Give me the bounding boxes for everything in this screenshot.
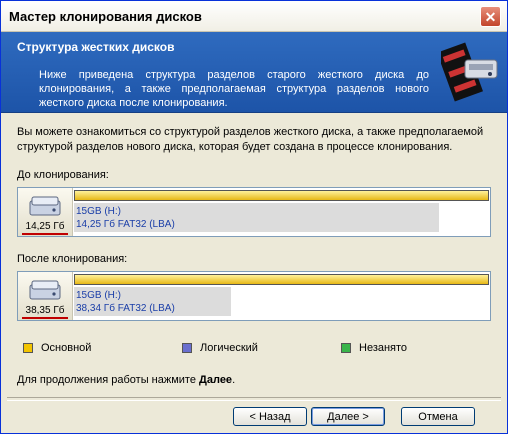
continue-instruction: Для продолжения работы нажмите Далее.	[17, 374, 235, 386]
legend-free-swatch	[341, 343, 351, 353]
page-description: Ниже приведена структура разделов старог…	[39, 69, 429, 109]
legend-primary: Основной	[23, 342, 91, 354]
title-bar: Мастер клонирования дисков ✕	[1, 1, 507, 32]
partition-info: 14,25 Гб FAT32 (LBA)	[76, 219, 175, 230]
disk-before-size: 14,25 Гб	[25, 221, 65, 232]
legend-primary-label: Основной	[41, 342, 92, 354]
disk-after-cell[interactable]: 38,35 Гб	[18, 272, 73, 320]
partition-name: 15GB (H:)	[76, 290, 122, 301]
legend-free-label: Незанято	[359, 342, 408, 354]
disk-before-underline	[22, 233, 68, 235]
next-button[interactable]: Далее >	[311, 407, 385, 426]
back-button[interactable]: < Назад	[233, 407, 307, 426]
partition-before[interactable]: 15GB (H:) 14,25 Гб FAT32 (LBA)	[74, 190, 489, 234]
hard-disk-icon	[29, 196, 61, 216]
legend-logical-swatch	[182, 343, 192, 353]
close-icon: ✕	[484, 8, 497, 25]
disk-after-size: 38,35 Гб	[25, 305, 65, 316]
primary-partition-bar	[74, 190, 489, 201]
wizard-window: Мастер клонирования дисков ✕ Структура ж…	[0, 0, 508, 434]
after-clone-label: После клонирования:	[17, 253, 128, 265]
cancel-button[interactable]: Отмена	[401, 407, 475, 426]
clone-disks-icon	[441, 42, 498, 102]
disk-before-cell[interactable]: 14,25 Гб	[18, 188, 73, 236]
legend-logical: Логический	[182, 342, 258, 354]
header-banner: Структура жестких дисков Ниже приведена …	[1, 32, 507, 113]
footer-separator	[7, 397, 501, 401]
window-title: Мастер клонирования дисков	[9, 9, 202, 24]
intro-text: Вы можете ознакомиться со структурой раз…	[17, 126, 484, 153]
legend-primary-swatch	[23, 343, 33, 353]
close-button[interactable]: ✕	[480, 6, 501, 27]
partition-name: 15GB (H:)	[76, 206, 122, 217]
legend-free: Незанято	[341, 342, 407, 354]
continue-suffix: .	[232, 374, 236, 386]
legend-logical-label: Логический	[200, 342, 258, 354]
primary-partition-bar	[74, 274, 489, 285]
partition-info: 38,34 Гб FAT32 (LBA)	[76, 303, 175, 314]
disk-before-panel[interactable]: 14,25 Гб 15GB (H:) 14,25 Гб FAT32 (LBA)	[17, 187, 491, 237]
before-clone-label: До клонирования:	[17, 169, 109, 181]
disk-after-underline	[22, 317, 68, 319]
hard-disk-icon	[29, 280, 61, 300]
page-title: Структура жестких дисков	[17, 40, 175, 54]
continue-next-word: Далее	[199, 374, 233, 386]
continue-prefix: Для продолжения работы нажмите	[17, 374, 200, 386]
partition-after[interactable]: 15GB (H:) 38,34 Гб FAT32 (LBA)	[74, 274, 489, 318]
disk-after-panel[interactable]: 38,35 Гб 15GB (H:) 38,34 Гб FAT32 (LBA)	[17, 271, 491, 321]
